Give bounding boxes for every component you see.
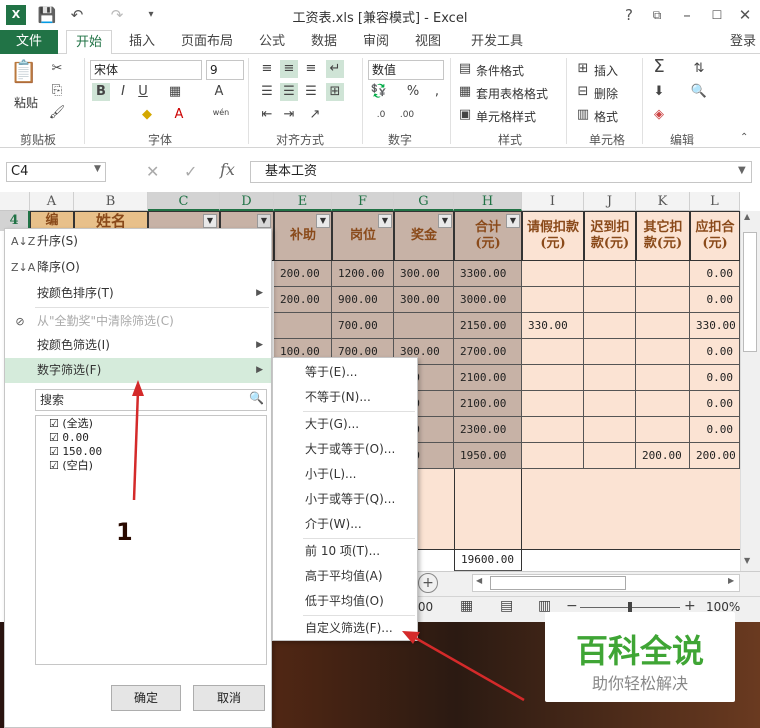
annotation-arrowhead-2 <box>402 631 420 644</box>
annotation-arrow-2 <box>411 634 525 702</box>
watermark-subtitle: 助你轻松解决 <box>591 674 688 693</box>
annotation-arrowhead-1 <box>132 380 144 396</box>
annotation-arrow-1 <box>132 389 140 501</box>
watermark-title: 百科全说 <box>575 632 704 670</box>
annotation-number: 1 <box>116 518 133 546</box>
